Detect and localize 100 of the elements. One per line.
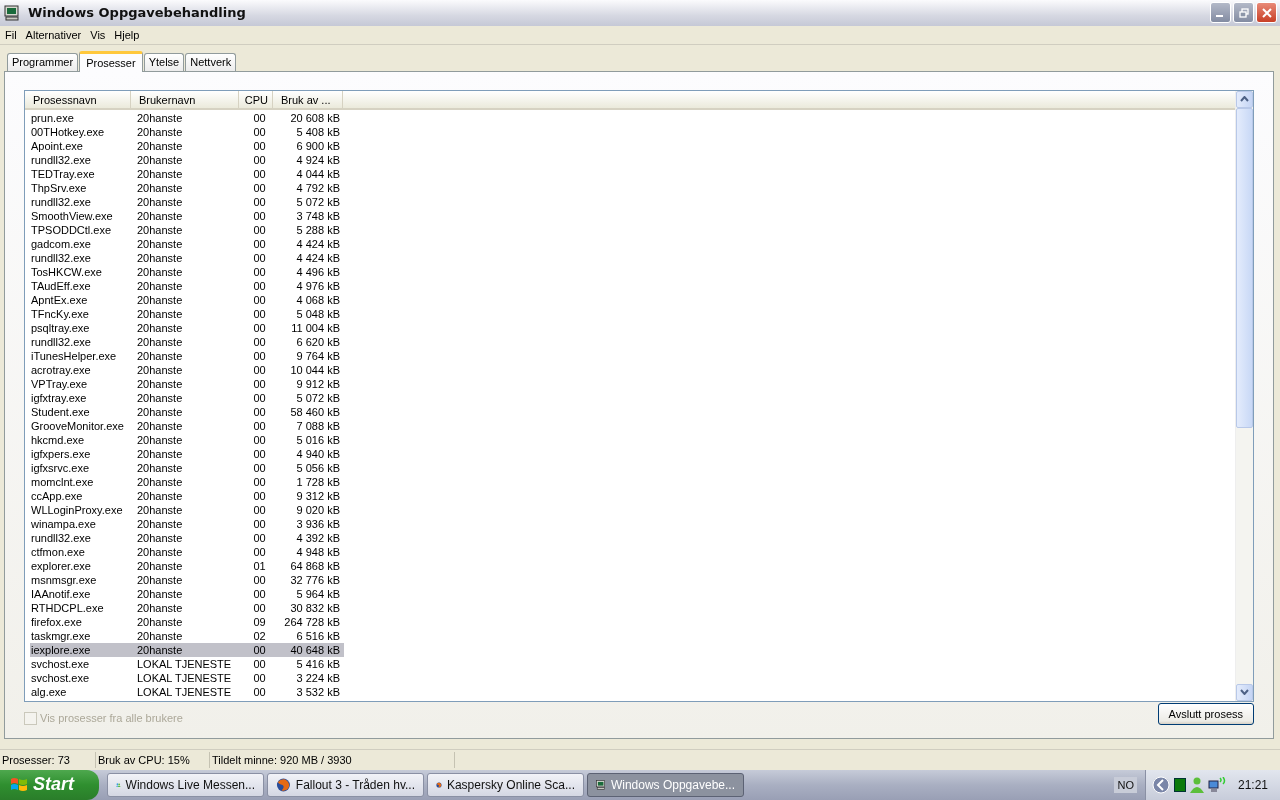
table-cell-text: winampa.exe	[30, 516, 97, 531]
table-row[interactable]: TPSODDCtl.exe 20hanste 00 5 288 kB	[30, 222, 344, 237]
table-cell-text: 3 224 kB	[295, 670, 341, 685]
table-row[interactable]: igfxsrvc.exe 20hanste 00 5 056 kB	[30, 460, 344, 475]
column-header[interactable]: Prosessnavn	[25, 90, 131, 108]
table-row[interactable]: IAAnotif.exe 20hanste 00 5 964 kB	[30, 586, 344, 601]
column-header[interactable]: Bruk av ...	[273, 90, 343, 108]
table-row[interactable]: winampa.exe 20hanste 00 3 936 kB	[30, 516, 344, 531]
table-cell-text: 00	[252, 460, 267, 475]
table-cell-text: 20hanste	[137, 334, 184, 349]
table-cell-text: 20hanste	[137, 208, 184, 223]
table-row[interactable]: alg.exe LOKAL TJENESTE 00 3 532 kB	[30, 684, 344, 699]
table-cell-text: iexplore.exe	[30, 642, 92, 657]
table-row[interactable]: ThpSrv.exe 20hanste 00 4 792 kB	[30, 180, 344, 195]
restore-button[interactable]	[1233, 2, 1254, 24]
table-cell-text: 00	[252, 404, 267, 419]
table-row[interactable]: ApntEx.exe 20hanste 00 4 068 kB	[30, 292, 344, 307]
table-cell-text: 20hanste	[137, 376, 184, 391]
menu-item[interactable]: Fil	[2, 28, 23, 41]
menu-item[interactable]: Vis	[87, 28, 112, 41]
table-cell-text: rundll32.exe	[30, 250, 92, 265]
scrollbar[interactable]	[1235, 90, 1253, 701]
table-cell-text: 00	[252, 544, 267, 559]
table-row[interactable]: firefox.exe 20hanste 09 264 728 kB	[30, 614, 344, 629]
table-cell-text: 00	[252, 530, 267, 545]
table-row[interactable]: acrotray.exe 20hanste 00 10 044 kB	[30, 362, 344, 377]
start-button[interactable]: Start	[0, 770, 99, 800]
taskbar-button[interactable]: Kaspersky Online Sca...	[427, 773, 584, 797]
table-cell-text: 5 048 kB	[295, 306, 341, 321]
table-cell-text: 00	[252, 334, 267, 349]
table-cell-text: 20hanste	[137, 642, 184, 657]
table-row[interactable]: rundll32.exe 20hanste 00 4 424 kB	[30, 250, 344, 265]
chevron-up-icon[interactable]	[1240, 96, 1249, 103]
table-row[interactable]: msnmsgr.exe 20hanste 00 32 776 kB	[30, 572, 344, 587]
table-row[interactable]: iTunesHelper.exe 20hanste 00 9 764 kB	[30, 348, 344, 363]
table-row[interactable]: rundll32.exe 20hanste 00 4 392 kB	[30, 530, 344, 545]
table-cell-text: 00	[252, 642, 267, 657]
table-row[interactable]: ccApp.exe 20hanste 00 9 312 kB	[30, 488, 344, 503]
table-row[interactable]: TAudEff.exe 20hanste 00 4 976 kB	[30, 278, 344, 293]
end-process-button[interactable]: Avslutt prosess	[1157, 703, 1254, 726]
chevron-left-icon[interactable]	[1151, 776, 1170, 794]
table-row[interactable]: TFncKy.exe 20hanste 00 5 048 kB	[30, 306, 344, 321]
table-cell-text: 4 044 kB	[295, 166, 341, 181]
table-row[interactable]: svchost.exe LOKAL TJENESTE 00 5 416 kB	[30, 656, 344, 671]
tab[interactable]: Ytelse	[143, 52, 185, 71]
table-row[interactable]: VPTray.exe 20hanste 00 9 912 kB	[30, 376, 344, 391]
language-indicator[interactable]: NO	[1114, 777, 1137, 793]
table-row[interactable]: rundll32.exe 20hanste 00 4 924 kB	[30, 152, 344, 167]
tab[interactable]: Nettverk	[185, 52, 237, 71]
table-row[interactable]: hkcmd.exe 20hanste 00 5 016 kB	[30, 432, 344, 447]
table-row[interactable]: taskmgr.exe 20hanste 02 6 516 kB	[30, 628, 344, 643]
square-icon[interactable]	[1173, 778, 1186, 792]
table-cell-text: 5 964 kB	[295, 586, 341, 601]
network-icon[interactable]	[1207, 777, 1228, 793]
tab[interactable]: Prosesser	[79, 50, 143, 72]
table-row[interactable]: TosHKCW.exe 20hanste 00 4 496 kB	[30, 264, 344, 279]
column-header[interactable]: Brukernavn	[131, 90, 239, 108]
table-cell-text: 3 936 kB	[295, 516, 341, 531]
table-cell-text: 20hanste	[137, 250, 184, 265]
restore-icon	[1238, 7, 1249, 18]
table-row[interactable]: psqltray.exe 20hanste 00 11 004 kB	[30, 320, 344, 335]
menu-item[interactable]: Alternativer	[22, 28, 88, 41]
table-row[interactable]: GrooveMonitor.exe 20hanste 00 7 088 kB	[30, 418, 344, 433]
table-row[interactable]: igfxpers.exe 20hanste 00 4 940 kB	[30, 446, 344, 461]
table-cell-text: 00	[252, 236, 267, 251]
table-row[interactable]: RTHDCPL.exe 20hanste 00 30 832 kB	[30, 600, 344, 615]
table-row[interactable]: prun.exe 20hanste 00 20 608 kB	[30, 110, 344, 125]
table-cell-text: 4 792 kB	[295, 180, 341, 195]
table-row[interactable]: svchost.exe LOKAL TJENESTE 00 3 224 kB	[30, 670, 344, 685]
minimize-button[interactable]	[1210, 2, 1231, 24]
table-row[interactable]: iexplore.exe 20hanste 00 40 648 kB	[30, 642, 344, 657]
window-title: Windows Oppgavebehandling	[28, 5, 247, 21]
table-row[interactable]: ctfmon.exe 20hanste 00 4 948 kB	[30, 544, 344, 559]
table-row[interactable]: SmoothView.exe 20hanste 00 3 748 kB	[30, 208, 344, 223]
table-row[interactable]: gadcom.exe 20hanste 00 4 424 kB	[30, 236, 344, 251]
table-row[interactable]: explorer.exe 20hanste 01 64 868 kB	[30, 558, 344, 573]
table-row[interactable]: Student.exe 20hanste 00 58 460 kB	[30, 404, 344, 419]
table-row[interactable]: WLLoginProxy.exe 20hanste 00 9 020 kB	[30, 502, 344, 517]
table-row[interactable]: TEDTray.exe 20hanste 00 4 044 kB	[30, 166, 344, 181]
table-cell-text: 5 416 kB	[295, 656, 341, 671]
table-cell-text: 40 648 kB	[289, 642, 341, 657]
table-cell-text: 20hanste	[137, 348, 184, 363]
table-cell-text: 20hanste	[137, 544, 184, 559]
table-row[interactable]: 00THotkey.exe 20hanste 00 5 408 kB	[30, 124, 344, 139]
column-header[interactable]: CPU	[239, 90, 273, 108]
taskbar-button[interactable]: Fallout 3 - Tråden hv...	[267, 773, 424, 797]
table-cell-text: 20hanste	[137, 516, 184, 531]
table-row[interactable]: igfxtray.exe 20hanste 00 5 072 kB	[30, 390, 344, 405]
table-cell-text: 00	[252, 208, 267, 223]
table-row[interactable]: rundll32.exe 20hanste 00 5 072 kB	[30, 194, 344, 209]
table-cell-text: 4 948 kB	[295, 544, 341, 559]
chevron-down-icon[interactable]	[1240, 689, 1249, 696]
table-row[interactable]: momclnt.exe 20hanste 00 1 728 kB	[30, 474, 344, 489]
table-cell-text: 00	[252, 418, 267, 433]
tab[interactable]: Programmer	[7, 52, 79, 71]
taskbar-button[interactable]: Windows Live Messen...	[107, 773, 264, 797]
table-row[interactable]: rundll32.exe 20hanste 00 6 620 kB	[30, 334, 344, 349]
menu-item[interactable]: Hjelp	[111, 28, 146, 41]
close-button[interactable]	[1256, 2, 1277, 24]
table-row[interactable]: Apoint.exe 20hanste 00 6 900 kB	[30, 138, 344, 153]
